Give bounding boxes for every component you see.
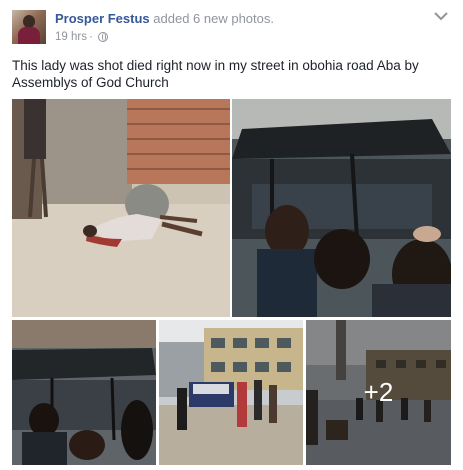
post-timestamp[interactable]: 19 hrs: [55, 31, 87, 43]
photo-2[interactable]: [232, 99, 451, 317]
author-name-link[interactable]: Prosper Festus: [55, 11, 150, 26]
globe-icon: [97, 32, 108, 42]
more-photos-overlay: +2: [306, 320, 451, 465]
post-caption: This lady was shot died right now in my …: [12, 58, 419, 90]
meta-separator: ·: [88, 31, 93, 43]
feed-post: Prosper Festus added 6 new photos. 19 hr…: [0, 0, 463, 470]
photo-1[interactable]: [12, 99, 230, 317]
more-photos-count: +2: [363, 377, 394, 407]
post-action-text: added 6 new photos.: [153, 11, 274, 26]
chevron-down-icon: [434, 12, 448, 21]
post-header: Prosper Festus added 6 new photos.: [55, 11, 274, 26]
avatar[interactable]: [12, 10, 46, 44]
photo-4[interactable]: [159, 320, 303, 465]
post-meta: 19 hrs ·: [55, 31, 108, 43]
post-options-button[interactable]: [433, 10, 449, 22]
photo-3[interactable]: [12, 320, 156, 465]
photo-5-more[interactable]: +2: [306, 320, 451, 465]
